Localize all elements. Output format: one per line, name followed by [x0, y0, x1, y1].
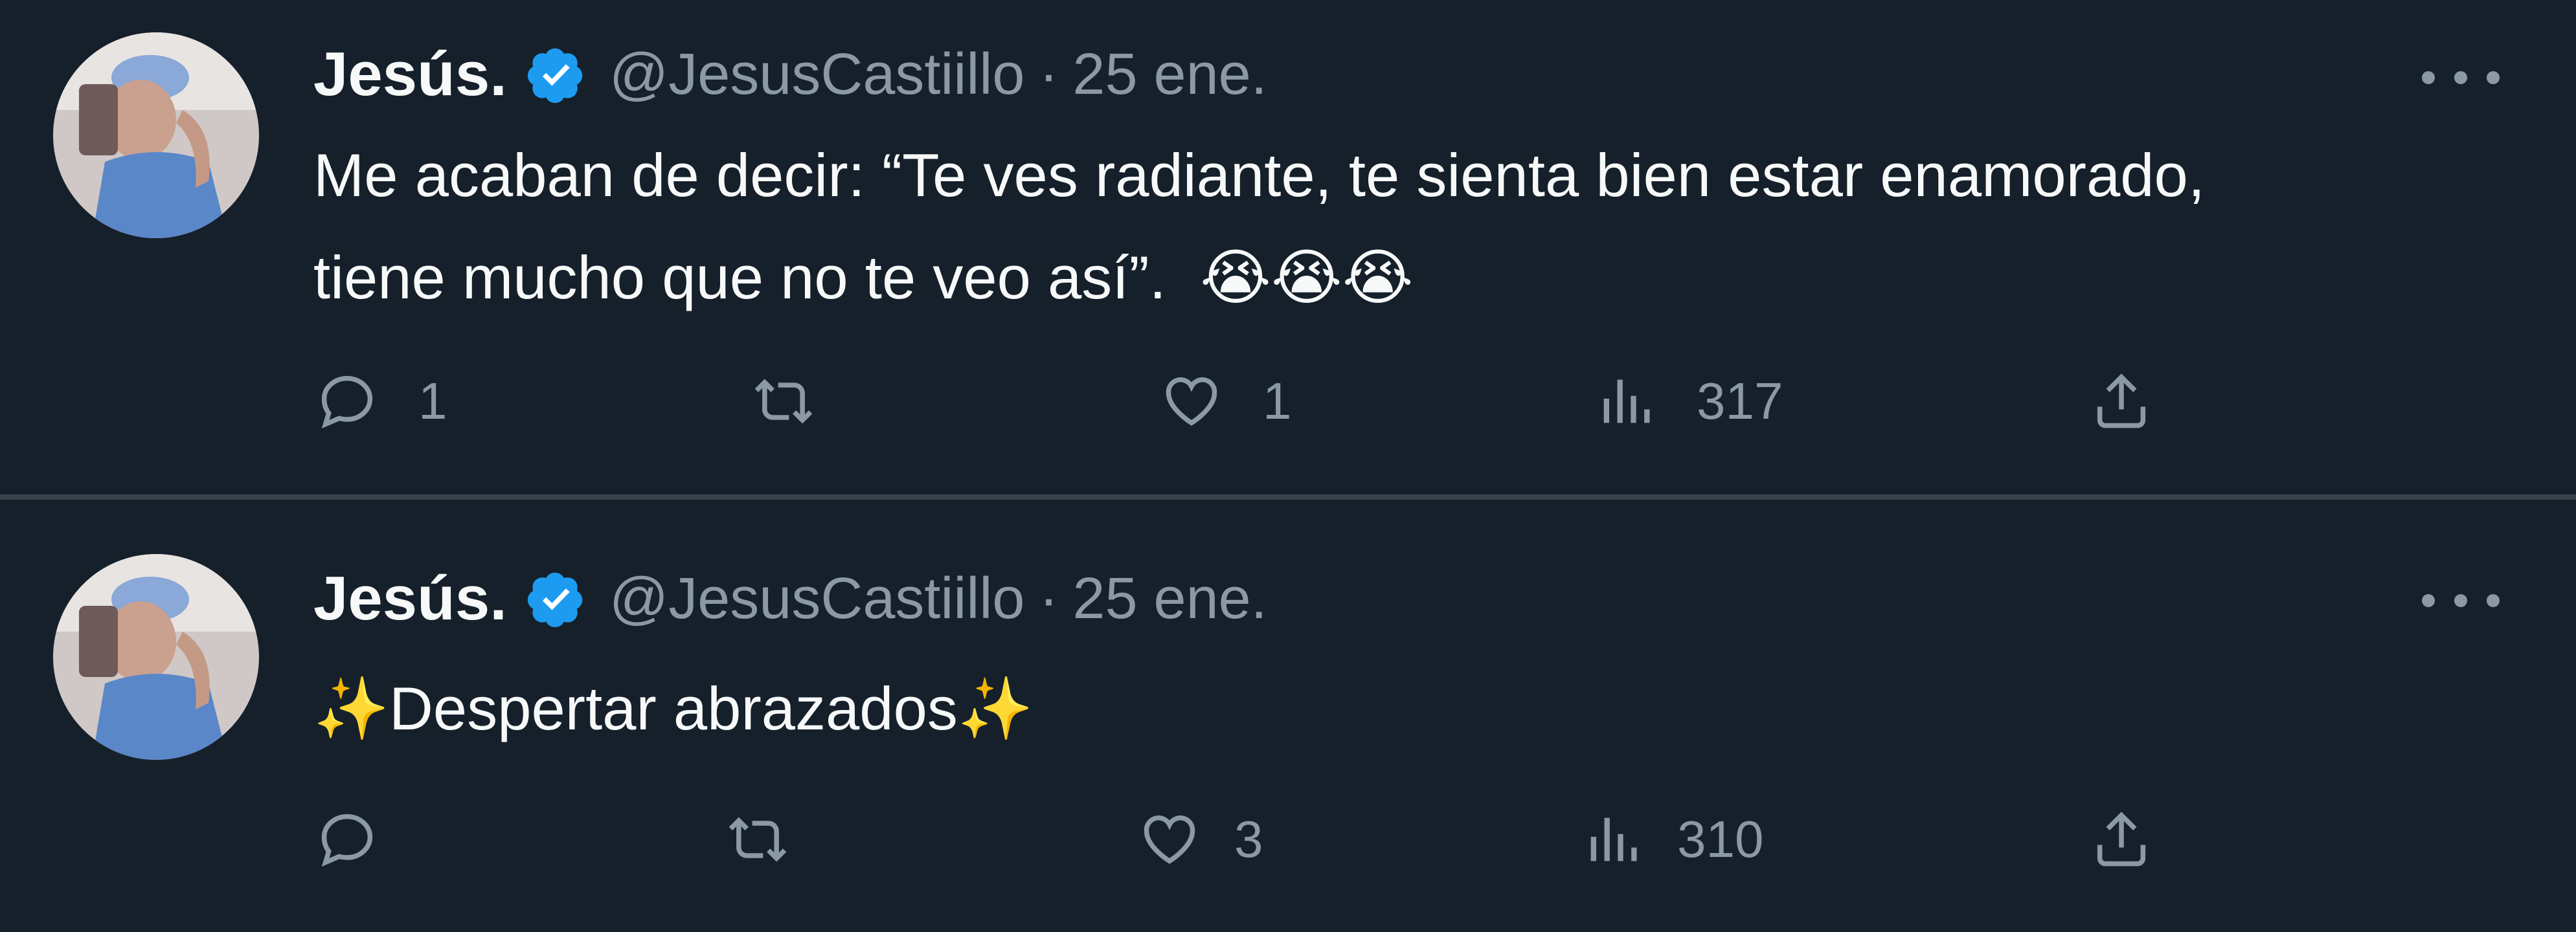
reply-icon: [321, 814, 373, 867]
views-button[interactable]: 310: [1580, 797, 1763, 882]
heart-icon: [1166, 377, 1217, 426]
share-icon: [2097, 373, 2146, 428]
tweet-text: ✨Despertar abrazados✨: [313, 658, 2450, 760]
tweet-text: Me acaban de decir: “Te ves radiante, te…: [313, 124, 2450, 329]
like-button[interactable]: 1: [1159, 359, 1292, 443]
sparkles-emoji: ✨: [313, 674, 390, 744]
reply-button[interactable]: [315, 797, 412, 882]
tweet-header: Jesús. @JesusCastiillo · 25 ene.: [313, 563, 1267, 634]
share-button[interactable]: [2089, 797, 2154, 882]
reply-icon: [321, 375, 373, 429]
views-count: 310: [1677, 810, 1764, 868]
timeline-feed: Jesús. @JesusCastiillo · 25 ene. Me acab…: [0, 0, 2576, 932]
views-chart-icon: [1603, 379, 1650, 423]
author-handle[interactable]: @JesusCastiillo: [609, 41, 1025, 108]
like-button[interactable]: 3: [1137, 797, 1263, 882]
tweet[interactable]: Jesús. @JesusCastiillo · 25 ene. Me acab…: [0, 0, 2576, 494]
retweet-icon: [729, 817, 787, 862]
more-options-icon[interactable]: [2422, 581, 2500, 620]
crying-emoji: 😭😭😭: [1200, 243, 1414, 313]
reply-count: 1: [418, 372, 447, 430]
sparkles-emoji: ✨: [957, 674, 1034, 744]
author-handle[interactable]: @JesusCastiillo: [609, 566, 1025, 632]
retweet-button[interactable]: [751, 359, 855, 443]
verified-badge-icon: [527, 572, 583, 628]
retweet-icon: [754, 379, 813, 424]
separator-dot: ·: [1039, 41, 1059, 107]
tweet-divider: [0, 494, 2576, 500]
share-button[interactable]: [2089, 359, 2154, 443]
tweet[interactable]: Jesús. @JesusCastiillo · 25 ene. ✨Desper…: [0, 500, 2576, 932]
avatar[interactable]: [53, 32, 259, 238]
author-name[interactable]: Jesús.: [313, 563, 507, 634]
separator-dot: ·: [1039, 566, 1059, 631]
tweet-text-content: Despertar abrazados: [389, 674, 958, 742]
tweet-date[interactable]: 25 ene.: [1072, 41, 1267, 108]
more-options-icon[interactable]: [2422, 58, 2500, 97]
reply-button[interactable]: 1: [315, 359, 447, 443]
tweet-header: Jesús. @JesusCastiillo · 25 ene.: [313, 39, 1267, 110]
tweet-date[interactable]: 25 ene.: [1072, 566, 1267, 632]
verified-badge-icon: [527, 48, 583, 104]
heart-icon: [1144, 815, 1195, 864]
share-icon: [2097, 812, 2146, 867]
author-name[interactable]: Jesús.: [313, 39, 507, 110]
views-count: 317: [1697, 372, 1783, 430]
like-count: 3: [1234, 810, 1263, 868]
like-count: 1: [1263, 372, 1292, 430]
views-chart-icon: [1590, 817, 1637, 861]
avatar[interactable]: [53, 554, 259, 760]
retweet-button[interactable]: [725, 797, 822, 882]
tweet-actions: 3 310: [0, 797, 2576, 882]
tweet-actions: 1 1 317: [0, 359, 2576, 443]
views-button[interactable]: 317: [1593, 359, 1783, 443]
